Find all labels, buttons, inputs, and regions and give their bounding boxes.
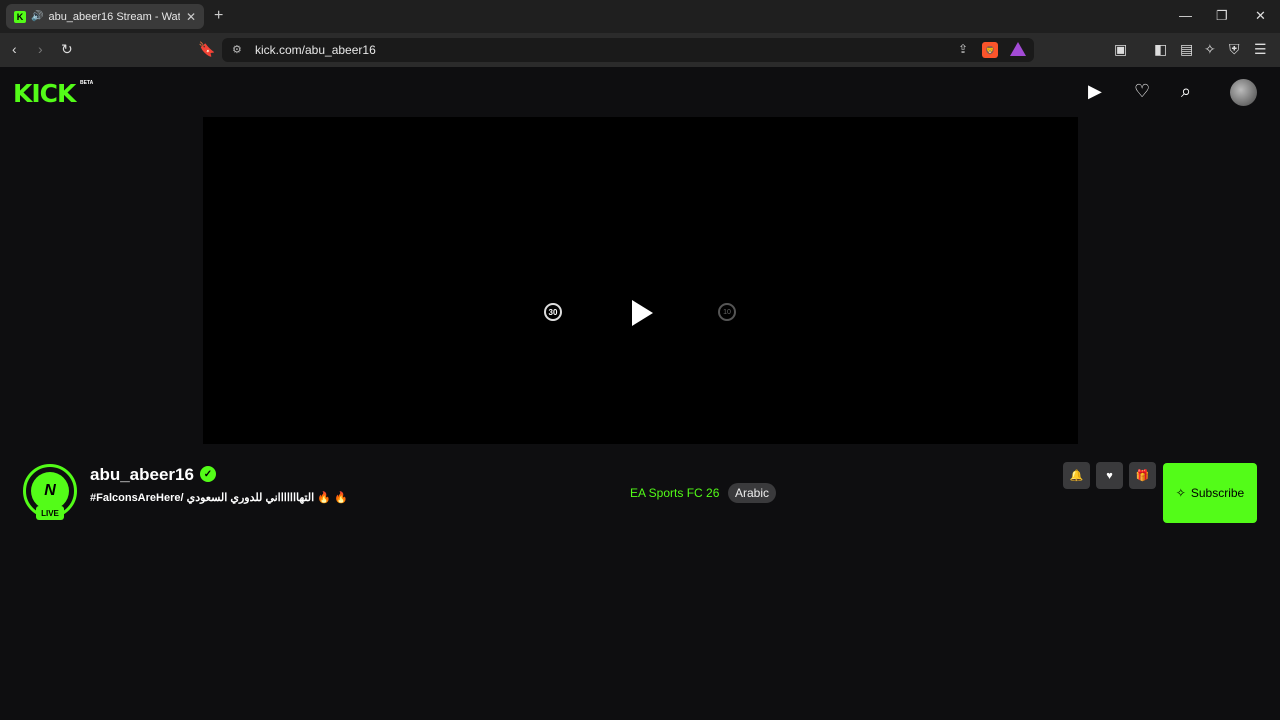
share-icon[interactable]: ⇪	[958, 42, 968, 56]
play-icon[interactable]	[632, 300, 653, 326]
forward-10-icon[interactable]: 10	[718, 303, 736, 321]
live-badge: LIVE	[36, 506, 64, 520]
rewind-30-icon[interactable]: 30	[544, 303, 562, 321]
site-settings-icon[interactable]: ⚙	[232, 43, 242, 56]
notification-bell-button[interactable]: 🔔	[1063, 462, 1090, 489]
close-window-button[interactable]: ✕	[1255, 8, 1266, 24]
restore-button[interactable]: ❐	[1216, 8, 1228, 24]
sparkle-icon: ✧	[1175, 486, 1186, 500]
bookmark-icon[interactable]: 🔖	[198, 41, 215, 58]
browser-tab-bar: K 🔊 abu_abeer16 Stream - Watch ✕ + — ❐ ✕	[0, 0, 1280, 33]
subscribe-button[interactable]: ✧ Subscribe	[1163, 463, 1257, 523]
search-icon[interactable]: ⌕	[1181, 81, 1191, 102]
brave-rewards-icon[interactable]	[1010, 42, 1026, 56]
verified-icon: ✓	[200, 466, 216, 482]
category-link[interactable]: EA Sports FC 26	[630, 486, 719, 500]
browser-nav-bar: ‹ › ↻ 🔖 ⚙ kick.com/abu_abeer16 ⇪ 🦁 ▣ ◧ ▤…	[0, 33, 1280, 67]
following-heart-icon[interactable]: ♡	[1134, 81, 1150, 102]
follow-button[interactable]: ♥	[1096, 462, 1123, 489]
forward-icon[interactable]: ›	[38, 41, 43, 57]
back-icon[interactable]: ‹	[12, 41, 17, 57]
beta-badge: BETA	[80, 80, 94, 86]
clips-icon[interactable]: ▶	[1088, 81, 1102, 102]
brave-shields-icon[interactable]: 🦁	[982, 42, 998, 58]
tab-title: abu_abeer16 Stream - Watch	[48, 10, 180, 23]
gift-sub-button[interactable]: 🎁	[1129, 462, 1156, 489]
bell-icon: 🔔	[1069, 470, 1084, 482]
wallet-icon[interactable]: ▤	[1180, 41, 1193, 58]
leo-ai-icon[interactable]: ✧	[1204, 41, 1216, 58]
minimize-button[interactable]: —	[1179, 8, 1192, 23]
vpn-icon[interactable]: ⛨	[1229, 41, 1240, 58]
browser-tab[interactable]: K 🔊 abu_abeer16 Stream - Watch ✕	[6, 4, 204, 29]
channel-logo-icon: N	[31, 472, 69, 510]
kick-favicon-icon: K	[14, 10, 26, 23]
stream-title: #FalconsAreHere/ التهاااااااني للدوري ال…	[90, 492, 348, 504]
subscribe-label: Subscribe	[1190, 486, 1245, 500]
channel-name[interactable]: abu_abeer16	[90, 465, 194, 485]
heart-icon: ♥	[1106, 469, 1113, 482]
url-text[interactable]: kick.com/abu_abeer16	[255, 43, 376, 57]
address-bar[interactable]: ⚙ kick.com/abu_abeer16 ⇪ 🦁	[222, 38, 1034, 62]
kick-header: KICK BETA ▶ ♡ ⌕	[0, 67, 1280, 117]
speaker-icon[interactable]: 🔊	[31, 11, 43, 22]
menu-icon[interactable]: ☰	[1254, 41, 1267, 58]
new-tab-button[interactable]: +	[214, 7, 223, 25]
reload-icon[interactable]: ↻	[61, 41, 73, 58]
user-avatar[interactable]	[1230, 79, 1257, 106]
media-icon[interactable]: ▣	[1114, 41, 1127, 58]
sidebar-icon[interactable]: ◧	[1154, 41, 1167, 58]
video-player[interactable]: 30 10	[203, 117, 1078, 444]
gift-icon: 🎁	[1135, 470, 1150, 482]
language-tag[interactable]: Arabic	[728, 483, 777, 503]
tab-close-icon[interactable]: ✕	[186, 10, 196, 24]
kick-logo[interactable]: KICK	[13, 79, 76, 108]
